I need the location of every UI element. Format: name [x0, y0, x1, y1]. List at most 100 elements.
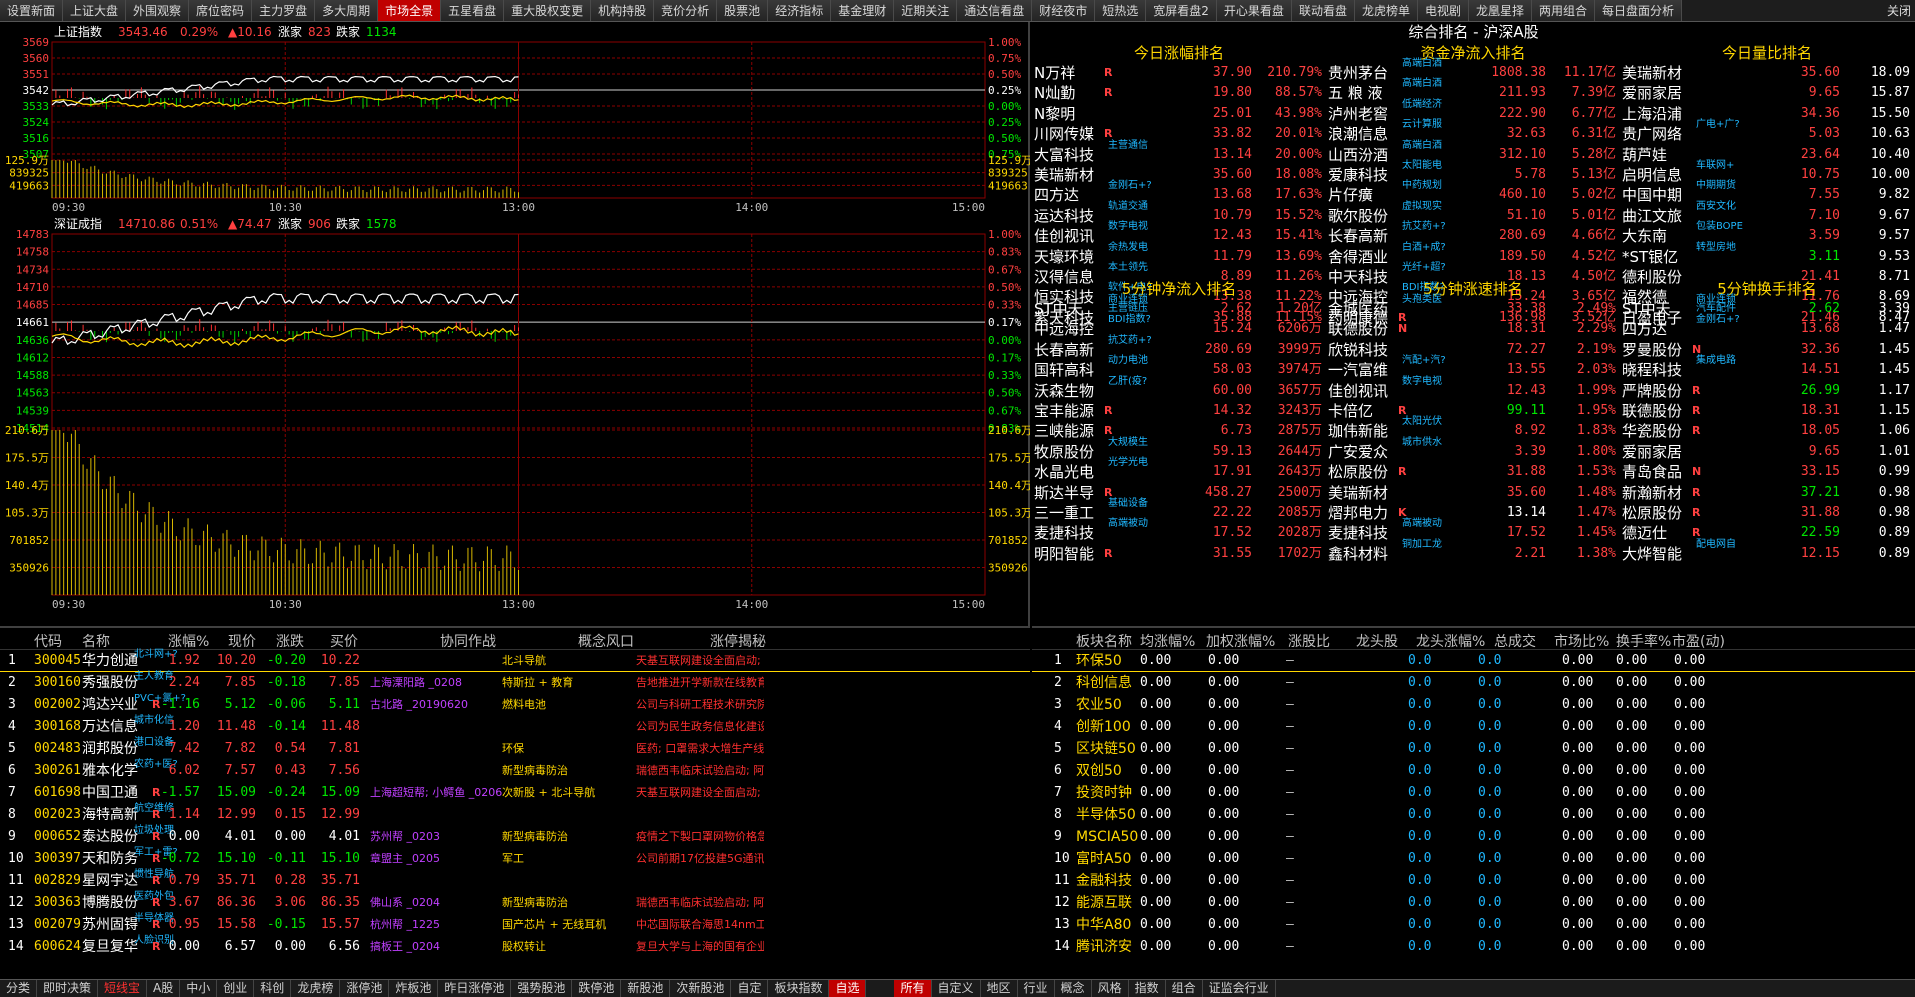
table-row[interactable]: 6 双创50 0.00 0.00 – 0.0 0.0 0.00 0.00 0.00: [1032, 760, 1915, 782]
top-tab-16[interactable]: 财经夜市: [1032, 0, 1096, 21]
top-tab-3[interactable]: 席位密码: [189, 0, 253, 21]
bottom-tab-left-10[interactable]: 昨日涨停池: [438, 980, 512, 997]
rank-row[interactable]: 浪潮信息 云计算服 32.63 6.31亿: [1326, 119, 1620, 144]
rank-row[interactable]: 新瀚新材 R 37.21 0.98: [1620, 483, 1914, 503]
rank-row[interactable]: 爱康科技 太阳能电 5.78 5.13亿: [1326, 160, 1620, 185]
rank-row[interactable]: 广安爱众 城市供水 3.39 1.80%: [1326, 437, 1620, 462]
rank-row[interactable]: 三一重工 基础设备 22.22 2085万: [1032, 498, 1326, 523]
table-row[interactable]: 12 能源互联 0.00 0.00 – 0.0 0.0 0.00 0.00 0.00: [1032, 892, 1915, 914]
rank-row[interactable]: 泸州老窖 低端经济 222.90 6.77亿: [1326, 99, 1620, 124]
rank-row[interactable]: 斯达半导 R 458.27 2500万: [1032, 483, 1326, 503]
rank-row[interactable]: 华瓷股份 R 18.05 1.06: [1620, 421, 1914, 441]
table-row[interactable]: 10 富时A50 0.00 0.00 – 0.0 0.0 0.00 0.00 0.00: [1032, 848, 1915, 870]
rank-row[interactable]: 欣锐科技 72.27 2.19%: [1326, 340, 1620, 360]
rank-row[interactable]: 四方达 金刚石+? 13.68 17.63%: [1032, 180, 1326, 205]
table-row[interactable]: 3 农业50 0.00 0.00 – 0.0 0.0 0.00 0.00 0.00: [1032, 694, 1915, 716]
rank-row[interactable]: 美瑞新材 35.60 18.08%: [1032, 165, 1326, 185]
intraday-charts[interactable]: 上证指数 3543.46 0.29% ▲10.16 涨家 823 跌家 1134 3569 1.0…: [0, 22, 1030, 626]
column-header[interactable]: 换手率%: [1616, 631, 1671, 651]
column-header[interactable]: 板块名称: [1076, 631, 1132, 651]
table-row[interactable]: 1 环保50 0.00 0.00 – 0.0 0.0 0.00 0.00 0.00: [1032, 650, 1915, 672]
bottom-tab-right-8[interactable]: 证监会行业: [1203, 980, 1276, 997]
top-tab-18[interactable]: 宽屏看盘2: [1146, 0, 1217, 21]
top-tab-15[interactable]: 通达信看盘: [957, 0, 1033, 21]
rank-row[interactable]: 川网传媒 R 33.82 20.01%: [1032, 124, 1326, 144]
bottom-tab-left-6[interactable]: 科创: [254, 980, 292, 997]
rank-row[interactable]: 罗曼股份 N 32.36 1.45: [1620, 340, 1914, 360]
bottom-tab-left-5[interactable]: 创业: [217, 980, 255, 997]
bottom-tab-left-4[interactable]: 中小: [180, 980, 218, 997]
rank-row[interactable]: 麦捷科技 高端被动 17.52 2028万: [1032, 518, 1326, 543]
rank-row[interactable]: 国轩高科 动力电池 58.03 3974万: [1032, 355, 1326, 380]
rank-row[interactable]: N万祥 R 37.90 210.79%: [1032, 63, 1326, 83]
bottom-tab-left-8[interactable]: 涨停池: [340, 980, 390, 997]
column-header[interactable]: 均涨幅%: [1140, 631, 1195, 651]
bottom-tab-left-7[interactable]: 龙虎榜: [291, 980, 341, 997]
column-header[interactable]: 市场比%: [1554, 631, 1609, 651]
bottom-tab-left-0[interactable]: 分类: [0, 980, 38, 997]
rank-row[interactable]: 珈伟新能 太阳光伏 8.92 1.83%: [1326, 416, 1620, 441]
rank-row[interactable]: 中国中期 中期期货 7.55 9.82: [1620, 180, 1914, 205]
top-tab-10[interactable]: 竞价分析: [654, 0, 718, 21]
table-row[interactable]: 2 科创信息 0.00 0.00 – 0.0 0.0 0.00 0.00 0.00: [1032, 672, 1915, 694]
sector-table[interactable]: 板块名称 均涨幅% 加权涨幅% 涨股比 龙头股 龙头涨幅% 总成交 市场比% 换手率% 市盈(动)…: [1032, 626, 1915, 979]
bottom-tab-left-11[interactable]: 强势股池: [511, 980, 573, 997]
rank-row[interactable]: 严牌股份 R 26.99 1.17: [1620, 381, 1914, 401]
rank-row[interactable]: 大东南 包装BOPE 3.59 9.57: [1620, 221, 1914, 246]
bottom-tab-right-2[interactable]: 地区: [981, 980, 1018, 997]
column-header[interactable]: 加权涨幅%: [1206, 631, 1275, 651]
bottom-tab-left-1[interactable]: 即时决策: [37, 980, 99, 997]
top-tab-8[interactable]: 重大股权变更: [504, 0, 592, 21]
rank-row[interactable]: 佳创视讯 数字电视 12.43 15.41%: [1032, 221, 1326, 246]
column-header[interactable]: 协同作战: [440, 631, 496, 651]
index-chart-panel[interactable]: 上证指数 3543.46 0.29% ▲10.16 涨家 823 跌家 1134 3569 1.0…: [0, 22, 1030, 626]
top-tab-17[interactable]: 短热选: [1095, 0, 1147, 21]
bottom-tab-right-7[interactable]: 组合: [1166, 980, 1203, 997]
rank-row[interactable]: 松原股份 R 31.88 0.98: [1620, 503, 1914, 523]
rank-row[interactable]: 三峡能源 R 6.73 2875万: [1032, 421, 1326, 441]
top-tab-13[interactable]: 基金理财: [831, 0, 895, 21]
rank-row[interactable]: 联德股份 R 18.31 1.15: [1620, 401, 1914, 421]
table-row[interactable]: 14 600624 复旦复华 人脸识别 R 0.00 6.57 0.00 6.56 搞板王 _02…: [0, 935, 1030, 958]
rank-row[interactable]: 山西汾酒 高端白酒 312.10 5.28亿: [1326, 140, 1620, 165]
bottom-tab-left-2[interactable]: 短线宝: [98, 980, 148, 997]
column-header[interactable]: 涨跌: [276, 631, 304, 651]
table-row[interactable]: 5 区块链50 0.00 0.00 – 0.0 0.0 0.00 0.00 0.00: [1032, 738, 1915, 760]
column-header[interactable]: 涨停揭秘: [710, 631, 766, 651]
top-tab-6[interactable]: 市场全景: [378, 0, 442, 21]
rank-row[interactable]: 金城医药 头孢类医 33.38 2.49%: [1326, 294, 1620, 319]
rank-row[interactable]: 沃森生物 乙肝(疫? 60.00 3657万: [1032, 376, 1326, 401]
rank-row[interactable]: 晓程科技 集成电路 14.51 1.45: [1620, 355, 1914, 380]
column-header[interactable]: 概念风口: [578, 631, 634, 651]
rank-row[interactable]: 贵州茅台 高端白酒 1808.38 11.17亿: [1326, 58, 1620, 83]
stock-table[interactable]: 代码 名称 涨幅% 现价 涨跌 买价 协同作战 概念风口 涨停揭秘 1 300045 华力创通 北斗网+…: [0, 626, 1030, 979]
top-tab-21[interactable]: 龙虎榜单: [1354, 0, 1418, 21]
rank-row[interactable]: 爱丽家居 9.65 1.01: [1620, 442, 1914, 462]
rank-row[interactable]: 启明信息 车联网+ 10.75 10.00: [1620, 160, 1914, 185]
rank-row[interactable]: 美瑞新材 35.60 18.09: [1620, 63, 1914, 83]
bottom-tab-right-5[interactable]: 风格: [1092, 980, 1129, 997]
column-header[interactable]: 市盈(动): [1672, 631, 1725, 651]
bottom-tab-right-4[interactable]: 概念: [1055, 980, 1092, 997]
rank-row[interactable]: 明阳智能 R 31.55 1702万: [1032, 544, 1326, 564]
table-row[interactable]: 13 中华A80 0.00 0.00 – 0.0 0.0 0.00 0.00 0.00: [1032, 914, 1915, 936]
bottom-tab-left-12[interactable]: 跌停池: [572, 980, 622, 997]
bottom-tab-right-6[interactable]: 指数: [1129, 980, 1166, 997]
rank-row[interactable]: 四方达 金刚石+? 13.68 1.47: [1620, 314, 1914, 339]
bottom-tab-left-15[interactable]: 自定: [731, 980, 769, 997]
rank-row[interactable]: 松原股份 R 31.88 1.53%: [1326, 462, 1620, 482]
rank-row[interactable]: 大富科技 主营通信 13.14 20.00%: [1032, 140, 1326, 165]
column-header[interactable]: 龙头涨幅%: [1416, 631, 1485, 651]
close-button[interactable]: 关闭: [1883, 0, 1915, 21]
top-tab-14[interactable]: 近期关注: [894, 0, 958, 21]
column-header[interactable]: 名称: [82, 631, 110, 651]
table-row[interactable]: 9 MSCIA50 0.00 0.00–0.0 0.0 0.00 0.00 0.00: [1032, 826, 1915, 848]
column-header[interactable]: 涨股比: [1288, 631, 1330, 651]
rank-row[interactable]: *ST银亿 转型房地 3.11 9.53: [1620, 242, 1914, 267]
rank-row[interactable]: N灿勤 R 19.80 88.57%: [1032, 83, 1326, 103]
rank-row[interactable]: ST中天 商业连锁 2.62 1.20亿: [1032, 294, 1326, 319]
bottom-tab-left-14[interactable]: 次新股池: [670, 980, 732, 997]
rank-row[interactable]: 熠邦电力 K 13.14 1.47%: [1326, 503, 1620, 523]
top-tab-20[interactable]: 联动看盘: [1291, 0, 1355, 21]
rank-row[interactable]: 五 粮 液高端白酒 211.93 7.39亿: [1326, 78, 1620, 103]
